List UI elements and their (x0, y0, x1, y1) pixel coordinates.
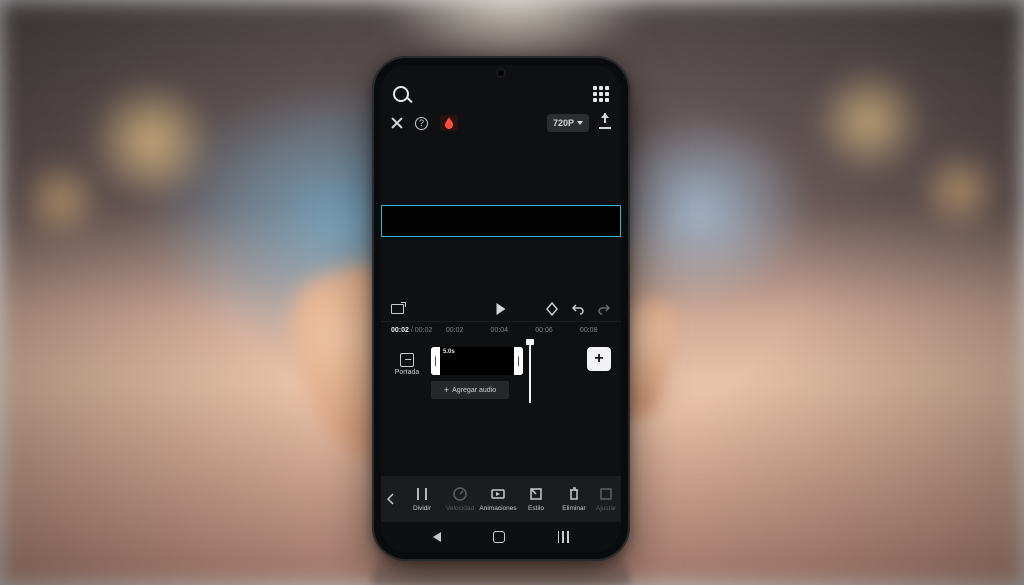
tool-eliminar[interactable]: Eliminar (555, 486, 593, 512)
clip-body[interactable]: 5.0s (440, 347, 514, 375)
plus-icon: + (444, 385, 449, 395)
animation-icon (490, 486, 506, 502)
cover-icon (400, 353, 414, 367)
plus-icon: + (594, 350, 603, 368)
clip-handle-left[interactable]: | (431, 347, 440, 375)
ruler-tick: 00:04 (477, 327, 522, 334)
nav-recent-icon[interactable] (558, 531, 569, 543)
clip-duration: 5.0s (443, 349, 455, 355)
tool-label: Dividir (413, 505, 431, 512)
front-camera (496, 68, 506, 78)
tool-animaciones[interactable]: Animaciones (479, 486, 517, 512)
ruler-tick: 00:02 (432, 327, 477, 334)
app-top-bar (381, 79, 621, 109)
add-audio-button[interactable]: + Agregar audio (431, 381, 509, 399)
tool-label: Velocidad (446, 505, 474, 512)
export-icon[interactable] (599, 117, 611, 129)
video-clip[interactable]: | 5.0s | (431, 347, 523, 375)
phone-body: ? 720P (372, 56, 630, 561)
resolution-label: 720P (553, 118, 574, 128)
tool-dividir[interactable]: Dividir (403, 486, 441, 512)
search-icon[interactable] (393, 86, 409, 102)
tool-label: Eliminar (562, 505, 585, 512)
nav-home-icon[interactable] (493, 531, 505, 543)
tool-ajustar[interactable]: Ajustar (593, 486, 619, 512)
app-grid-icon[interactable] (593, 86, 609, 102)
preview-area[interactable] (381, 137, 621, 297)
redo-icon[interactable] (597, 302, 611, 316)
tool-estilo[interactable]: Estilo (517, 486, 555, 512)
close-icon[interactable] (391, 117, 403, 129)
current-time: 00:02 (391, 327, 409, 334)
speed-icon (452, 486, 468, 502)
timeline-empty-area (381, 403, 621, 476)
adjust-icon (598, 486, 614, 502)
ruler-tick: 00:06 (522, 327, 567, 334)
play-icon[interactable] (497, 303, 506, 315)
ruler-tick: 00:08 (566, 327, 611, 334)
tool-label: Ajustar (596, 505, 616, 512)
pro-flame-icon[interactable] (440, 115, 458, 131)
tool-velocidad[interactable]: Velocidad (441, 486, 479, 512)
android-nav-bar (381, 522, 621, 552)
nav-back-icon[interactable] (433, 532, 441, 542)
tool-label: Animaciones (479, 505, 516, 512)
resolution-selector[interactable]: 720P (547, 114, 589, 132)
time-ruler[interactable]: 00:02 / 00:02 00:02 00:04 00:06 00:08 (381, 321, 621, 339)
add-audio-label: Agregar audio (452, 387, 496, 394)
add-clip-button[interactable]: + (587, 347, 611, 371)
split-icon (414, 486, 430, 502)
tool-label: Estilo (528, 505, 544, 512)
help-icon[interactable]: ? (415, 117, 428, 130)
cover-label: Portada (391, 369, 423, 376)
phone-screen: ? 720P (381, 65, 621, 552)
editor-header: ? 720P (381, 109, 621, 137)
selection-frame[interactable] (381, 205, 621, 237)
delete-icon (566, 486, 582, 502)
chevron-down-icon (577, 121, 583, 125)
style-icon (528, 486, 544, 502)
bottom-toolbar: Dividir Velocidad Animaciones Estilo (381, 476, 621, 522)
cover-button[interactable]: Portada (391, 353, 423, 376)
keyframe-icon[interactable] (545, 302, 559, 316)
playhead[interactable] (529, 343, 531, 403)
playback-controls (381, 297, 621, 321)
total-time: 00:02 (415, 327, 433, 334)
toolbar-back-icon[interactable] (381, 493, 401, 505)
clip-track: | 5.0s | (431, 347, 571, 375)
timeline[interactable]: Portada | 5.0s | + + Agregar audio (381, 339, 621, 403)
fullscreen-icon[interactable] (391, 304, 404, 314)
undo-icon[interactable] (571, 302, 585, 316)
clip-handle-right[interactable]: | (514, 347, 523, 375)
